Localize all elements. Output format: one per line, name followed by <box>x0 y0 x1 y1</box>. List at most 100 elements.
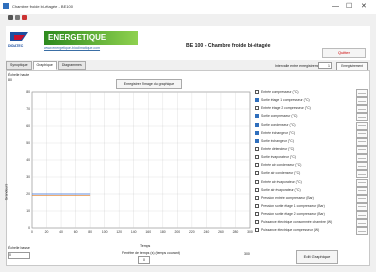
color-swatch[interactable] <box>356 89 368 97</box>
legend-item[interactable]: Entrée détendeur (°C) <box>255 145 368 154</box>
series-checkbox[interactable] <box>255 228 259 233</box>
tab-graphique[interactable]: Graphique <box>32 61 57 70</box>
series-checkbox[interactable] <box>255 220 259 225</box>
series-checkbox[interactable] <box>255 203 259 208</box>
app-icon <box>3 3 9 9</box>
stop-icon[interactable] <box>22 15 27 20</box>
color-swatch[interactable] <box>356 105 368 114</box>
color-swatch[interactable] <box>356 202 368 211</box>
series-checkbox[interactable] <box>255 98 259 103</box>
color-swatch[interactable] <box>356 154 368 163</box>
color-swatch[interactable] <box>356 178 368 187</box>
export-graph-button[interactable]: Edit Graphique <box>296 250 338 264</box>
title-bar: Chambre froide bi-étagée - BE100 — ☐ ✕ <box>0 0 376 14</box>
color-swatch[interactable] <box>356 129 368 138</box>
color-swatch[interactable] <box>356 97 368 106</box>
series-checkbox[interactable] <box>255 212 259 217</box>
color-swatch[interactable] <box>356 145 368 154</box>
time-window-label: Fenêtre de temps (s) (temps courant) <box>122 251 180 255</box>
x-tick-label: 100 <box>102 230 108 234</box>
tab-synoptique[interactable]: Synoptique <box>6 61 32 70</box>
time-window-input[interactable]: 0 <box>138 256 150 264</box>
series-checkbox[interactable] <box>255 155 259 160</box>
series-checkbox[interactable] <box>255 122 259 127</box>
series-checkbox[interactable] <box>255 195 259 200</box>
x-tick-label: 200 <box>174 230 180 234</box>
tab-diagrammes[interactable]: Diagrammes <box>57 61 86 70</box>
website-link[interactable]: www.energetique-bioclimatique.com <box>44 46 100 50</box>
y-scale-value[interactable]: 80 <box>8 78 12 82</box>
series-checkbox[interactable] <box>255 187 259 192</box>
x-min-input[interactable]: 0 <box>8 252 30 259</box>
legend-label: Sortie évaporateur (°C) <box>261 155 296 160</box>
series-checkbox[interactable] <box>255 179 259 184</box>
legend-label: Sortie étage 1 compresseur (°C) <box>261 98 310 103</box>
legend-item[interactable]: Entrée étage 2 compresseur (°C) <box>255 105 368 114</box>
legend-label: Pression sortie étage 1 compresseur (Bar… <box>261 203 325 208</box>
color-swatch[interactable] <box>356 227 368 236</box>
legend-item[interactable]: Sortie étage 1 compresseur (°C) <box>255 97 368 106</box>
interval-input[interactable]: 1 <box>318 62 332 69</box>
legend-label: Sortie condenseur (°C) <box>261 122 296 127</box>
legend-item[interactable]: Sortie air évaporateur (°C) <box>255 186 368 195</box>
tab-bar: Synoptique Graphique Diagrammes <box>6 61 87 70</box>
legend-label: Pression entrée compresseur (Bar) <box>261 195 314 200</box>
color-swatch[interactable] <box>356 137 368 146</box>
legend-item[interactable]: Sortie évaporateur (°C) <box>255 154 368 163</box>
legend-label: Puissance électrique consommée chambre (… <box>261 220 333 225</box>
legend-item[interactable]: Sortie condenseur (°C) <box>255 121 368 130</box>
series-checkbox[interactable] <box>255 90 259 94</box>
quick-access-toolbar <box>8 15 29 23</box>
legend-item[interactable]: Puissance électrique compresseur (W) <box>255 227 368 236</box>
x-min-label: Échelle basse <box>8 246 30 250</box>
series-checkbox[interactable] <box>255 114 259 119</box>
legend-item[interactable]: Entrée air condenseur (°C) <box>255 162 368 171</box>
legend-item[interactable]: Sortie air condenseur (°C) <box>255 170 368 179</box>
quit-button[interactable]: Quitter <box>322 48 366 58</box>
color-swatch[interactable] <box>356 194 368 203</box>
legend-item[interactable]: Pression sortie étage 2 compresseur (Bar… <box>255 211 368 220</box>
y-tick-label: 70 <box>26 107 30 111</box>
color-swatch[interactable] <box>356 219 368 228</box>
series-checkbox[interactable] <box>255 138 259 143</box>
minimize-button[interactable]: — <box>332 2 339 12</box>
color-swatch[interactable] <box>356 170 368 179</box>
page-title: BE 100 - Chambre froide bi-étagée <box>186 43 271 49</box>
x-tick-label: 40 <box>59 230 63 234</box>
series-checkbox[interactable] <box>255 106 259 111</box>
x-tick-label: 160 <box>145 230 151 234</box>
legend-item[interactable]: Puissance électrique consommée chambre (… <box>255 219 368 228</box>
run-icon[interactable] <box>8 15 13 20</box>
y-axis-label: Grandeurs <box>4 183 9 201</box>
legend-label: Entrée air évaporateur (°C) <box>261 179 302 184</box>
legend-item[interactable]: Entrée échangeur (°C) <box>255 129 368 138</box>
color-swatch[interactable] <box>356 211 368 220</box>
series-checkbox[interactable] <box>255 171 259 176</box>
legend-item[interactable]: Pression sortie étage 1 compresseur (Bar… <box>255 202 368 211</box>
color-swatch[interactable] <box>356 162 368 171</box>
maximize-button[interactable]: ☐ <box>346 2 352 12</box>
y-tick-label: 60 <box>26 124 30 128</box>
y-tick-label: 30 <box>26 175 30 179</box>
color-swatch[interactable] <box>356 121 368 130</box>
x-tick-label: 120 <box>116 230 122 234</box>
legend-item[interactable]: Sortie compresseur (°C) <box>255 113 368 122</box>
legend-item[interactable]: Entrée air évaporateur (°C) <box>255 178 368 187</box>
legend-item[interactable]: Sortie échangeur (°C) <box>255 137 368 146</box>
series-checkbox[interactable] <box>255 163 259 168</box>
line-chart: 0 10 20 30 40 50 60 70 80 0 20 40 60 80 100 120 140 160 18… <box>26 90 253 234</box>
series-checkbox[interactable] <box>255 130 259 135</box>
legend-item[interactable]: Entrée compresseur (°C) <box>255 89 368 97</box>
close-button[interactable]: ✕ <box>361 2 367 12</box>
color-swatch[interactable] <box>356 186 368 195</box>
didatec-logo: DIDATEC <box>8 30 32 50</box>
x-tick-label: 20 <box>45 230 49 234</box>
color-swatch[interactable] <box>356 113 368 122</box>
x-tick-label: 280 <box>233 230 239 234</box>
y-tick-label: 10 <box>26 209 30 213</box>
series-checkbox[interactable] <box>255 146 259 151</box>
legend-item[interactable]: Pression entrée compresseur (Bar) <box>255 194 368 203</box>
legend-label: Entrée détendeur (°C) <box>261 146 295 151</box>
logo-text: DIDATEC <box>8 44 24 48</box>
settings-icon[interactable] <box>15 15 20 20</box>
